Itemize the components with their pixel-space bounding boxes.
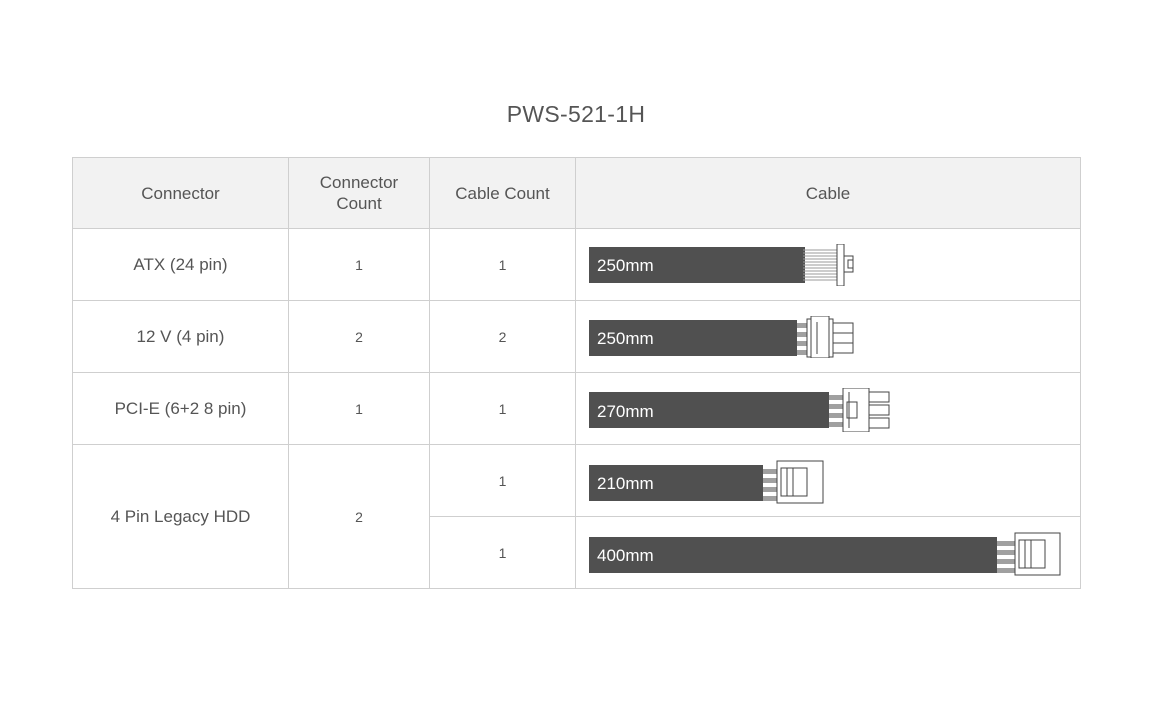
- connector-name: 4 Pin Legacy HDD: [72, 444, 289, 589]
- pcie-8pin-icon: [842, 388, 890, 432]
- cable-diagram: 250mm: [589, 244, 854, 286]
- cable-length-label: 250mm: [597, 329, 654, 348]
- connector-count: 1: [288, 372, 430, 445]
- cpu-4pin-icon: [806, 316, 854, 358]
- connector-name: 12 V (4 pin): [72, 300, 289, 373]
- table-row: 12 V (4 pin) 2 2 250mm: [72, 300, 1081, 373]
- cable-length-label: 210mm: [597, 474, 654, 493]
- cable-length-label: 270mm: [597, 402, 654, 421]
- cable-diagram-cell: 250mm: [575, 300, 1081, 373]
- molex-4pin-icon: [1014, 532, 1061, 576]
- cable-diagram: 270mm: [589, 388, 890, 432]
- connector-count: 1: [288, 228, 430, 301]
- cable-diagram-cell: 400mm: [575, 516, 1081, 589]
- column-header-connector: Connector: [72, 157, 289, 229]
- cable-count: 1: [429, 516, 576, 589]
- cable-length-label: 400mm: [597, 546, 654, 565]
- cable-diagram: 400mm: [589, 532, 1061, 576]
- cable-diagram: 210mm: [589, 460, 824, 504]
- column-header-connector-count: Connector Count: [288, 157, 430, 229]
- cable-diagram-cell: 250mm: [575, 228, 1081, 301]
- cable-count: 1: [429, 444, 576, 517]
- molex-4pin-icon: [776, 460, 824, 504]
- cable-wire-stubs: [763, 469, 777, 501]
- connector-count: 2: [288, 444, 430, 589]
- table-row: ATX (24 pin) 1 1 250mm: [72, 228, 1081, 301]
- column-header-cable: Cable: [575, 157, 1081, 229]
- column-header-cable-count: Cable Count: [429, 157, 576, 229]
- connector-count: 2: [288, 300, 430, 373]
- connector-name: PCI-E (6+2 8 pin): [72, 372, 289, 445]
- cable-length-label: 250mm: [597, 256, 654, 275]
- cable-wire-stubs: [797, 323, 807, 355]
- cable-count: 1: [429, 372, 576, 445]
- cable-diagram-cell: 210mm: [575, 444, 1081, 517]
- cable-diagram: 250mm: [589, 316, 854, 358]
- cable-count: 2: [429, 300, 576, 373]
- cable-wire-lines: [803, 249, 837, 281]
- table-row: 4 Pin Legacy HDD 2 1 210mm: [72, 444, 1081, 589]
- column-header-connector-count-label: Connector Count: [319, 173, 399, 213]
- atx-24pin-icon: [836, 244, 854, 286]
- connector-name: ATX (24 pin): [72, 228, 289, 301]
- table-header-row: Connector Connector Count Cable Count Ca…: [72, 157, 1081, 229]
- connector-table: Connector Connector Count Cable Count Ca…: [72, 157, 1081, 589]
- table-row: PCI-E (6+2 8 pin) 1 1 270mm: [72, 372, 1081, 445]
- cable-diagram-cell: 270mm: [575, 372, 1081, 445]
- cable-wire-stubs: [829, 395, 843, 427]
- cable-count: 1: [429, 228, 576, 301]
- cable-wire-stubs: [997, 541, 1015, 573]
- page-title: PWS-521-1H: [506, 101, 646, 127]
